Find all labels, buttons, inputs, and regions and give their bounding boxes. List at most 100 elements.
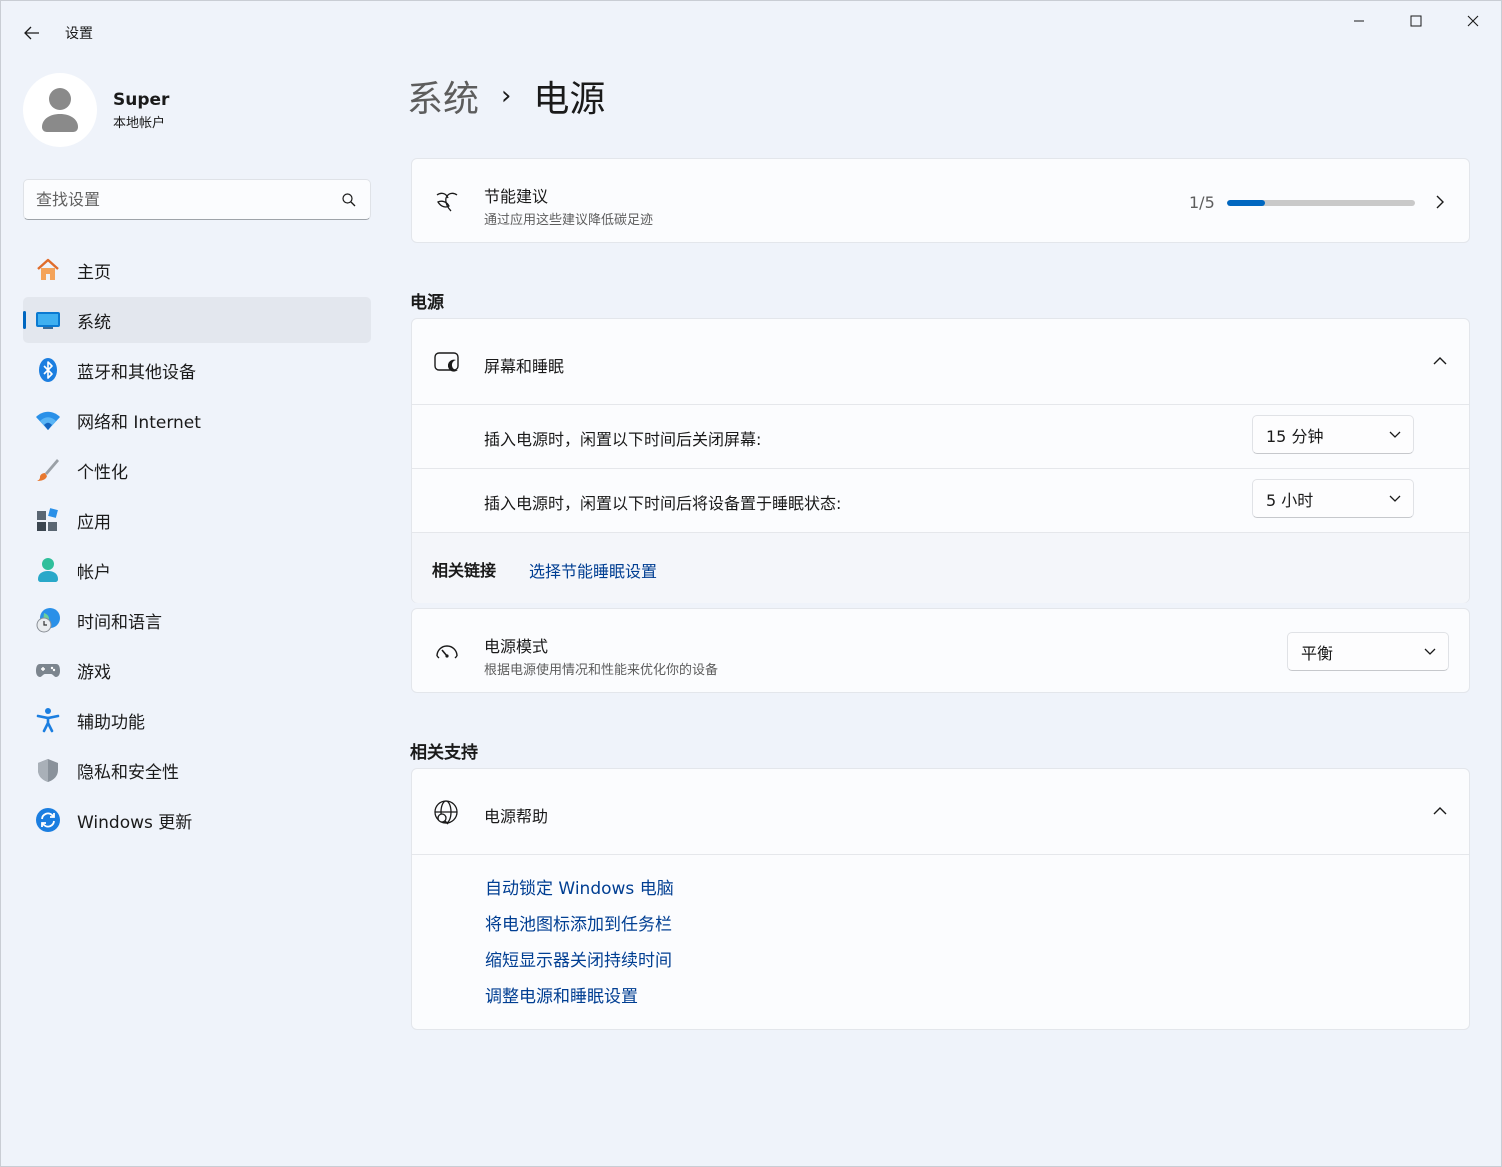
- related-links-row: 相关链接 选择节能睡眠设置: [412, 533, 1469, 603]
- maximize-button[interactable]: [1388, 1, 1444, 41]
- help-link-auto-lock[interactable]: 自动锁定 Windows 电脑: [485, 877, 674, 913]
- power-mode-subtitle: 根据电源使用情况和性能来优化你的设备: [484, 663, 719, 678]
- sidebar-item-label: 系统: [77, 312, 111, 333]
- breadcrumb-separator: ›: [501, 81, 512, 111]
- power-mode-dropdown[interactable]: 平衡: [1287, 632, 1449, 671]
- divider: [412, 854, 1469, 855]
- screen-sleep-card: 屏幕和睡眠 插入电源时，闲置以下时间后关闭屏幕: 15 分钟 插入电源时，闲置以…: [411, 318, 1470, 603]
- system-icon: [35, 307, 61, 333]
- chevron-up-icon: [1430, 801, 1450, 821]
- sidebar-item-network[interactable]: 网络和 Internet: [23, 397, 371, 443]
- energy-subtitle: 通过应用这些建议降低碳足迹: [484, 213, 654, 228]
- profile-name: Super: [113, 89, 170, 110]
- power-mode-title: 电源模式: [484, 637, 549, 656]
- screen-off-value: 15 分钟: [1266, 426, 1324, 446]
- breadcrumb-parent[interactable]: 系统: [407, 70, 479, 122]
- home-icon: [35, 257, 61, 283]
- chevron-right-icon: [1430, 192, 1450, 212]
- gamepad-icon: [35, 657, 61, 683]
- sidebar-item-accessibility[interactable]: 辅助功能: [23, 697, 371, 743]
- energy-progress-count: 1/5: [1189, 193, 1215, 212]
- globe-search-icon: [432, 798, 462, 828]
- search-box[interactable]: [23, 179, 371, 220]
- sidebar-item-windows-update[interactable]: Windows 更新: [23, 797, 371, 843]
- help-link-display-off[interactable]: 缩短显示器关闭持续时间: [485, 949, 674, 985]
- brush-icon: [35, 457, 61, 483]
- back-arrow-icon: [24, 26, 39, 40]
- chevron-up-icon: [1430, 351, 1450, 371]
- sidebar-item-label: 时间和语言: [77, 612, 162, 633]
- screen-sleep-icon: [432, 348, 462, 378]
- sidebar-item-privacy[interactable]: 隐私和安全性: [23, 747, 371, 793]
- sidebar-item-label: 个性化: [77, 462, 128, 483]
- section-label-power: 电源: [410, 293, 444, 313]
- maximize-icon: [1410, 15, 1422, 27]
- sidebar-item-label: 隐私和安全性: [77, 762, 179, 783]
- energy-recommendations-card[interactable]: 节能建议 通过应用这些建议降低碳足迹 1/5: [411, 158, 1470, 243]
- chevron-down-icon: [1377, 431, 1413, 439]
- screen-sleep-title: 屏幕和睡眠: [484, 357, 565, 376]
- settings-window: 设置 Super 本地帐户 查找设置 主页 系统 蓝牙和其他设备 网络和 Int…: [0, 0, 1502, 1167]
- search-input[interactable]: [36, 190, 340, 209]
- sidebar-item-bluetooth[interactable]: 蓝牙和其他设备: [23, 347, 371, 393]
- search-icon[interactable]: [340, 191, 358, 209]
- user-profile[interactable]: Super 本地帐户: [23, 73, 169, 147]
- profile-account-type: 本地帐户: [113, 115, 166, 131]
- power-help-header[interactable]: 电源帮助: [412, 769, 1469, 854]
- user-avatar-icon: [42, 88, 78, 132]
- sidebar-item-gaming[interactable]: 游戏: [23, 647, 371, 693]
- avatar: [23, 73, 97, 147]
- energy-progress-bar: [1227, 200, 1415, 206]
- section-label-support: 相关支持: [410, 743, 478, 763]
- screen-off-row: 插入电源时，闲置以下时间后关闭屏幕: 15 分钟: [412, 405, 1469, 468]
- apps-icon: [35, 507, 61, 533]
- power-help-title: 电源帮助: [484, 807, 549, 826]
- page-title: 电源: [533, 79, 606, 120]
- chevron-down-icon: [1412, 648, 1448, 656]
- help-links-list: 自动锁定 Windows 电脑 将电池图标添加到任务栏 缩短显示器关闭持续时间 …: [485, 877, 674, 1021]
- sidebar-item-label: 主页: [77, 262, 111, 283]
- sidebar-item-label: Windows 更新: [77, 812, 193, 833]
- sidebar-item-accounts[interactable]: 帐户: [23, 547, 371, 593]
- sidebar-item-home[interactable]: 主页: [23, 247, 371, 293]
- power-mode-gauge-icon: [432, 637, 462, 667]
- related-links-title: 相关链接: [432, 561, 497, 580]
- shield-icon: [35, 757, 61, 783]
- energy-title: 节能建议: [484, 187, 549, 206]
- power-mode-card: 电源模式 根据电源使用情况和性能来优化你的设备 平衡: [411, 608, 1470, 693]
- sidebar-item-label: 辅助功能: [77, 712, 145, 733]
- energy-saving-sleep-link[interactable]: 选择节能睡眠设置: [529, 558, 657, 582]
- back-button[interactable]: [17, 19, 47, 47]
- sidebar-item-time-language[interactable]: 时间和语言: [23, 597, 371, 643]
- minimize-button[interactable]: [1331, 1, 1387, 41]
- help-link-battery-icon[interactable]: 将电池图标添加到任务栏: [485, 913, 674, 949]
- sidebar-nav: 主页 系统 蓝牙和其他设备 网络和 Internet 个性化 应用 帐户 时间和…: [23, 247, 371, 847]
- account-icon: [35, 557, 61, 583]
- title-bar: 设置: [1, 1, 1501, 49]
- energy-progress-fill: [1227, 200, 1265, 206]
- sidebar-item-apps[interactable]: 应用: [23, 497, 371, 543]
- bluetooth-icon: [35, 357, 61, 383]
- close-icon: [1467, 15, 1479, 27]
- help-link-power-sleep[interactable]: 调整电源和睡眠设置: [485, 985, 674, 1021]
- sidebar-item-label: 帐户: [77, 562, 111, 583]
- sleep-dropdown[interactable]: 5 小时: [1252, 479, 1414, 518]
- screen-sleep-header[interactable]: 屏幕和睡眠: [412, 319, 1469, 404]
- chevron-down-icon: [1377, 495, 1413, 503]
- sidebar-item-label: 游戏: [77, 662, 111, 683]
- screen-off-dropdown[interactable]: 15 分钟: [1252, 415, 1414, 454]
- breadcrumb: 系统 › 电源: [407, 71, 605, 121]
- wifi-icon: [35, 407, 61, 433]
- sidebar-item-personalization[interactable]: 个性化: [23, 447, 371, 493]
- sleep-value: 5 小时: [1266, 490, 1314, 510]
- close-button[interactable]: [1445, 1, 1501, 41]
- screen-off-label: 插入电源时，闲置以下时间后关闭屏幕:: [484, 430, 762, 449]
- leaf-heart-icon: [432, 187, 462, 217]
- power-mode-value: 平衡: [1301, 643, 1334, 663]
- sleep-label: 插入电源时，闲置以下时间后将设备置于睡眠状态:: [484, 494, 842, 513]
- sidebar-item-label: 网络和 Internet: [77, 412, 201, 433]
- sidebar-item-label: 应用: [77, 512, 111, 533]
- sidebar-item-system[interactable]: 系统: [23, 297, 371, 343]
- sleep-row: 插入电源时，闲置以下时间后将设备置于睡眠状态: 5 小时: [412, 469, 1469, 532]
- sidebar-item-label: 蓝牙和其他设备: [77, 362, 196, 383]
